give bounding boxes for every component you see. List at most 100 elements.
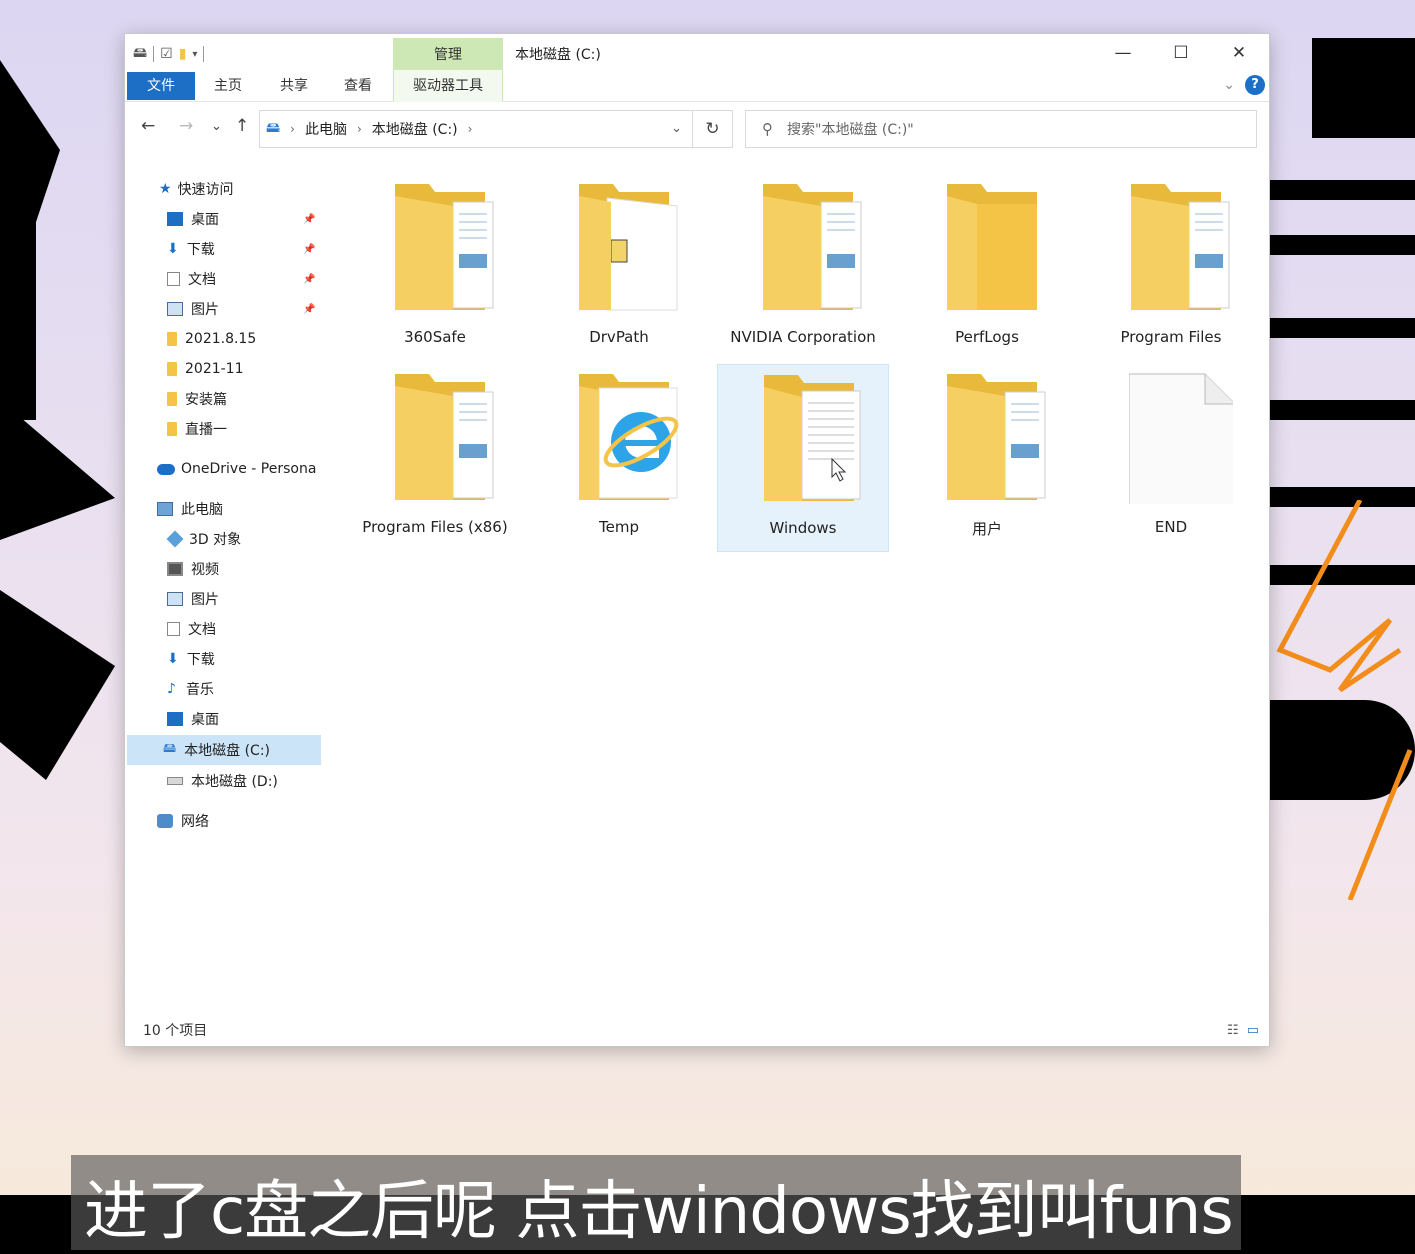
chevron-right-icon[interactable]: › — [290, 122, 295, 136]
folder-item[interactable]: 360Safe — [349, 174, 521, 362]
file-name: 360Safe — [404, 328, 466, 346]
file-name: END — [1154, 518, 1188, 536]
sidebar-item-desktop[interactable]: 桌面 📌 — [167, 204, 327, 234]
sidebar-item-label: 2021.8.15 — [185, 331, 257, 347]
help-button[interactable]: ? — [1245, 75, 1265, 95]
folder-icon — [167, 422, 177, 436]
folder-item-selected[interactable]: Windows — [717, 364, 889, 552]
pin-icon[interactable]: 📌 — [303, 304, 315, 315]
sidebar-item-music[interactable]: ♪ 音乐 — [167, 674, 214, 704]
navigation-bar: ← → ⌄ ↑ 🖴 › 此电脑 › 本地磁盘 (C:) › ⌄ ↻ ⚲ 搜索"本… — [125, 102, 1269, 154]
expand-ribbon-icon[interactable]: ⌄ — [1223, 77, 1235, 93]
background-stripe — [1270, 318, 1415, 338]
folder-item[interactable]: NVIDIA Corporation — [717, 174, 889, 362]
pin-icon[interactable]: 📌 — [303, 244, 315, 255]
file-item[interactable]: END — [1085, 364, 1257, 552]
refresh-button[interactable]: ↻ — [693, 110, 733, 148]
search-box[interactable]: ⚲ 搜索"本地磁盘 (C:)" — [745, 110, 1257, 148]
chevron-right-icon[interactable]: › — [357, 122, 362, 136]
background-shape — [1312, 38, 1415, 138]
sidebar-item-videos[interactable]: 视频 — [167, 554, 219, 584]
sidebar-item-desktop[interactable]: 桌面 — [167, 704, 219, 734]
tab-drive-tools[interactable]: 驱动器工具 — [393, 70, 503, 102]
music-icon: ♪ — [167, 681, 176, 697]
file-name: Windows — [769, 519, 837, 537]
sidebar-item-label: 下载 — [186, 242, 215, 258]
background-stripe — [1270, 180, 1415, 200]
sidebar-item-label: 图片 — [191, 592, 219, 608]
chevron-right-icon[interactable]: › — [468, 122, 473, 136]
sidebar-item-label: 桌面 — [191, 712, 219, 728]
close-button[interactable]: ✕ — [1219, 40, 1259, 66]
sidebar-item-pictures[interactable]: 图片 — [167, 584, 219, 614]
video-subtitle: 进了c盘之后呢 点击windows找到叫funs — [84, 1175, 1234, 1249]
star-icon: ★ — [159, 181, 172, 197]
sidebar-item-documents[interactable]: 文档 — [167, 614, 216, 644]
recent-locations-button[interactable]: ⌄ — [211, 119, 222, 134]
sidebar-item-downloads[interactable]: ⬇ 下载 — [167, 644, 215, 674]
forward-button[interactable]: → — [179, 116, 193, 136]
sidebar-item-label: 3D 对象 — [189, 532, 242, 548]
tab-share[interactable]: 共享 — [273, 74, 315, 98]
details-view-icon[interactable]: ☷ — [1227, 1023, 1239, 1038]
sidebar-item-this-pc[interactable]: 此电脑 — [157, 494, 223, 524]
folder-item[interactable]: DrvPath — [533, 174, 705, 362]
sidebar-item-folder[interactable]: 2021-11 — [167, 354, 244, 384]
folder-item[interactable]: 用户 — [901, 364, 1073, 552]
sidebar-item-folder[interactable]: 2021.8.15 — [167, 324, 256, 354]
drive-icon: 🖴 — [133, 45, 148, 61]
sidebar-item-label: 视频 — [191, 562, 219, 578]
customize-toolbar-icon[interactable]: ▾ — [192, 49, 197, 60]
sidebar-item-onedrive[interactable]: OneDrive - Persona — [157, 454, 321, 484]
sidebar-item-label: 2021-11 — [185, 361, 244, 377]
breadcrumb-local-disk-c[interactable]: 本地磁盘 (C:) — [372, 119, 458, 139]
breadcrumb-this-pc[interactable]: 此电脑 — [305, 119, 347, 139]
large-icons-view-icon[interactable]: ▭ — [1247, 1023, 1259, 1038]
folder-item[interactable]: Program Files — [1085, 174, 1257, 362]
file-name: Program Files — [1120, 328, 1222, 346]
sidebar-item-pictures[interactable]: 图片 📌 — [167, 294, 327, 324]
chevron-down-icon[interactable]: ⌄ — [671, 121, 682, 136]
sidebar-item-local-disk-d[interactable]: 本地磁盘 (D:) — [167, 766, 278, 796]
folder-item[interactable]: Program Files (x86) — [349, 364, 521, 552]
folder-icon — [395, 374, 494, 500]
sidebar-item-documents[interactable]: 文档 📌 — [167, 264, 327, 294]
maximize-button[interactable]: ☐ — [1161, 40, 1201, 66]
sidebar-item-folder[interactable]: 直播一 — [167, 414, 227, 444]
background-shape — [0, 590, 115, 780]
tab-manage[interactable]: 管理 — [393, 38, 503, 70]
tab-home[interactable]: 主页 — [207, 74, 249, 98]
search-placeholder: 搜索"本地磁盘 (C:)" — [787, 122, 914, 138]
pin-icon[interactable]: 📌 — [303, 274, 315, 285]
sidebar-item-folder[interactable]: 安装篇 — [167, 384, 227, 414]
new-folder-icon[interactable]: ▮ — [179, 46, 187, 62]
drive-icon: 🖴 — [163, 741, 177, 756]
up-button[interactable]: ↑ — [235, 116, 249, 136]
sidebar-item-label: 图片 — [191, 302, 219, 318]
minimize-button[interactable]: — — [1103, 40, 1143, 66]
tab-drive-tools-label: 驱动器工具 — [413, 78, 483, 94]
sidebar-item-label: 桌面 — [191, 212, 219, 228]
address-bar[interactable]: 🖴 › 此电脑 › 本地磁盘 (C:) › ⌄ — [259, 110, 693, 148]
sidebar-item-label: 此电脑 — [181, 502, 223, 518]
back-button[interactable]: ← — [141, 116, 155, 136]
background-shape — [0, 400, 115, 540]
pin-icon[interactable]: 📌 — [303, 214, 315, 225]
folder-icon — [167, 392, 177, 406]
sidebar-item-local-disk-c[interactable]: 🖴 本地磁盘 (C:) — [127, 735, 321, 765]
tab-view[interactable]: 查看 — [337, 74, 379, 98]
tab-file[interactable]: 文件 — [127, 72, 195, 100]
search-icon: ⚲ — [762, 120, 773, 138]
sidebar-item-quick-access[interactable]: ★ 快速访问 — [159, 174, 234, 204]
ribbon-controls: ⌄ ? — [1223, 75, 1265, 95]
sidebar-item-downloads[interactable]: ⬇ 下载 📌 — [167, 234, 327, 264]
folder-item[interactable]: Temp — [533, 364, 705, 552]
properties-icon[interactable]: ☑ — [160, 46, 173, 62]
drive-icon: 🖴 — [266, 120, 281, 136]
sidebar-item-network[interactable]: 网络 — [157, 806, 209, 836]
file-name: NVIDIA Corporation — [730, 328, 876, 346]
sidebar-item-3d-objects[interactable]: 3D 对象 — [166, 524, 242, 554]
folder-icon — [579, 184, 678, 311]
sidebar-item-label: 文档 — [188, 272, 216, 288]
folder-item[interactable]: PerfLogs — [901, 174, 1073, 362]
